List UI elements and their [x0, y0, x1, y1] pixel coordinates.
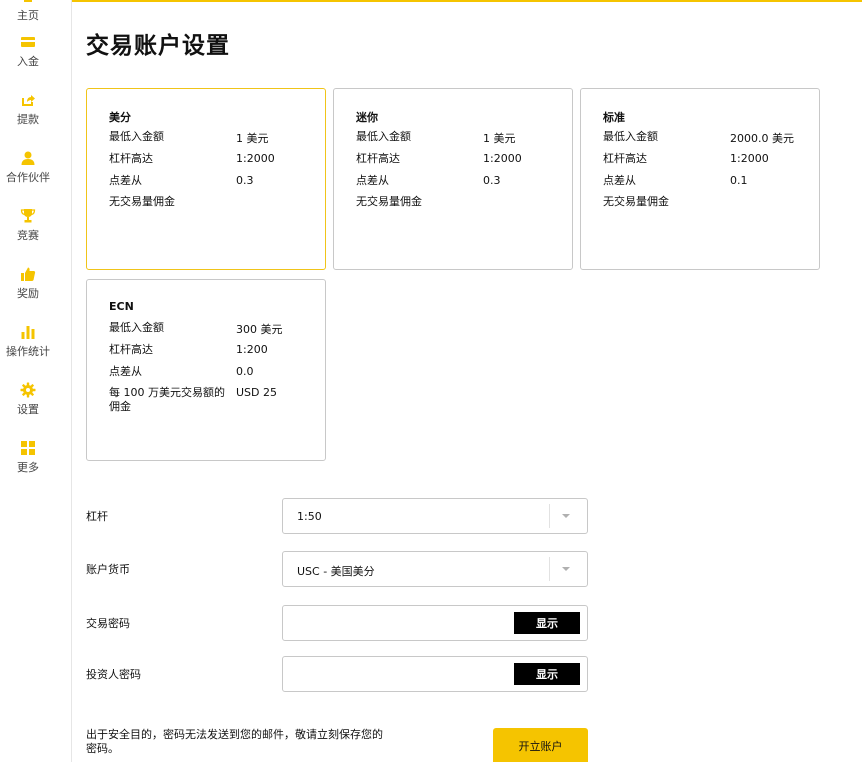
- row-value: 1:2000: [730, 152, 769, 165]
- leverage-select[interactable]: 1:50: [282, 498, 588, 534]
- home-icon: [24, 0, 32, 2]
- investor-password-input[interactable]: [287, 661, 509, 687]
- sidebar-item-label: 入金: [17, 55, 39, 68]
- security-notice: 出于安全目的，密码无法发送到您的邮件，敬请立刻保存您的密码。: [86, 728, 383, 755]
- sidebar-item-label: 竞赛: [17, 229, 39, 242]
- trade-password-input[interactable]: [287, 610, 509, 636]
- sidebar-item-statistics[interactable]: 操作统计: [0, 324, 56, 359]
- grid-icon: [21, 441, 35, 455]
- investor-password-label: 投资人密码: [86, 668, 141, 681]
- leverage-label: 杠杆: [86, 510, 108, 523]
- sidebar-item-contests[interactable]: 竞赛: [0, 208, 56, 243]
- row-value: USD 25: [236, 386, 277, 399]
- row-label: 杠杆高达: [603, 152, 647, 165]
- sidebar-item-partners[interactable]: 合作伙伴: [0, 150, 56, 185]
- top-accent-line: [72, 0, 862, 2]
- thumbs-up-icon: [21, 267, 36, 281]
- trade-password-label: 交易密码: [86, 617, 130, 630]
- leverage-value: 1:50: [297, 510, 322, 523]
- account-card-standard[interactable]: 标准 最低入金额 2000.0 美元 杠杆高达 1:2000 点差从 0.1 无…: [580, 88, 820, 270]
- currency-label: 账户货币: [86, 563, 130, 576]
- currency-select[interactable]: USC - 美国美分: [282, 551, 588, 587]
- sidebar-item-rewards[interactable]: 奖励: [0, 266, 56, 301]
- row-label: 最低入金额: [109, 321, 164, 334]
- trade-password-field: 显示: [282, 605, 588, 641]
- row-label: 点差从: [109, 365, 142, 378]
- share-out-icon: [22, 95, 35, 106]
- row-label: 每 100 万美元交易额的佣金: [109, 386, 225, 413]
- row-value: 1:2000: [483, 152, 522, 165]
- sidebar-item-label: 提款: [17, 113, 39, 126]
- show-trade-password-button[interactable]: 显示: [514, 612, 580, 634]
- sidebar-item-withdraw[interactable]: 提款: [0, 92, 56, 127]
- row-value: 1 美元: [483, 132, 516, 145]
- open-account-button[interactable]: 开立账户: [493, 728, 588, 762]
- card-title: 美分: [109, 111, 131, 124]
- row-value: 1 美元: [236, 132, 269, 145]
- row-value: 1:200: [236, 343, 268, 356]
- chevron-down-icon: [562, 514, 570, 518]
- show-investor-password-button[interactable]: 显示: [514, 663, 580, 685]
- sidebar-item-label: 设置: [17, 403, 39, 416]
- sidebar-item-more[interactable]: 更多: [0, 440, 56, 475]
- row-label: 点差从: [356, 174, 389, 187]
- card-title: 标准: [603, 111, 625, 124]
- row-value: 0.1: [730, 174, 748, 187]
- row-value: 300 美元: [236, 323, 283, 336]
- row-label: 无交易量佣金: [109, 195, 175, 208]
- account-card-mini[interactable]: 迷你 最低入金额 1 美元 杠杆高达 1:2000 点差从 0.3 无交易量佣金: [333, 88, 573, 270]
- sidebar-item-label: 主页: [17, 9, 39, 22]
- row-value: 1:2000: [236, 152, 275, 165]
- bar-chart-icon: [21, 326, 35, 339]
- card-title: 迷你: [356, 111, 378, 124]
- row-label: 点差从: [109, 174, 142, 187]
- row-label: 杠杆高达: [109, 152, 153, 165]
- sidebar-item-deposit[interactable]: 入金: [0, 34, 56, 69]
- sidebar-item-label: 更多: [17, 461, 39, 474]
- row-value: 0.0: [236, 365, 254, 378]
- sidebar-item-settings[interactable]: 设置: [0, 382, 56, 417]
- investor-password-field: 显示: [282, 656, 588, 692]
- chevron-down-icon: [562, 567, 570, 571]
- row-value: 2000.0 美元: [730, 132, 794, 145]
- row-label: 杠杆高达: [356, 152, 400, 165]
- row-label: 最低入金额: [356, 130, 411, 143]
- gear-icon: [20, 382, 36, 398]
- row-label: 无交易量佣金: [603, 195, 669, 208]
- row-label: 点差从: [603, 174, 636, 187]
- page-title: 交易账户设置: [86, 33, 230, 59]
- row-label: 无交易量佣金: [356, 195, 422, 208]
- sidebar: 主页 入金 提款 合作伙伴 竞赛 奖励 操作统计 设置 更多: [0, 0, 56, 762]
- sidebar-item-label: 合作伙伴: [6, 171, 50, 184]
- account-card-ecn[interactable]: ECN 最低入金额 300 美元 杠杆高达 1:200 点差从 0.0 每 10…: [86, 279, 326, 461]
- row-label: 最低入金额: [603, 130, 658, 143]
- row-label: 最低入金额: [109, 130, 164, 143]
- currency-value: USC - 美国美分: [297, 565, 375, 578]
- select-separator: [549, 557, 550, 581]
- row-value: 0.3: [236, 174, 254, 187]
- trophy-icon: [20, 209, 36, 223]
- sidebar-item-label: 操作统计: [6, 345, 50, 358]
- user-icon: [21, 151, 35, 165]
- sidebar-item-label: 奖励: [17, 287, 39, 300]
- sidebar-item-home[interactable]: 主页: [0, 0, 56, 23]
- account-card-cent[interactable]: 美分 最低入金额 1 美元 杠杆高达 1:2000 点差从 0.3 无交易量佣金: [86, 88, 326, 270]
- sidebar-divider: [71, 0, 72, 762]
- select-separator: [549, 504, 550, 528]
- card-title: ECN: [109, 300, 134, 313]
- row-label: 杠杆高达: [109, 343, 153, 356]
- credit-card-icon: [21, 37, 35, 47]
- row-value: 0.3: [483, 174, 501, 187]
